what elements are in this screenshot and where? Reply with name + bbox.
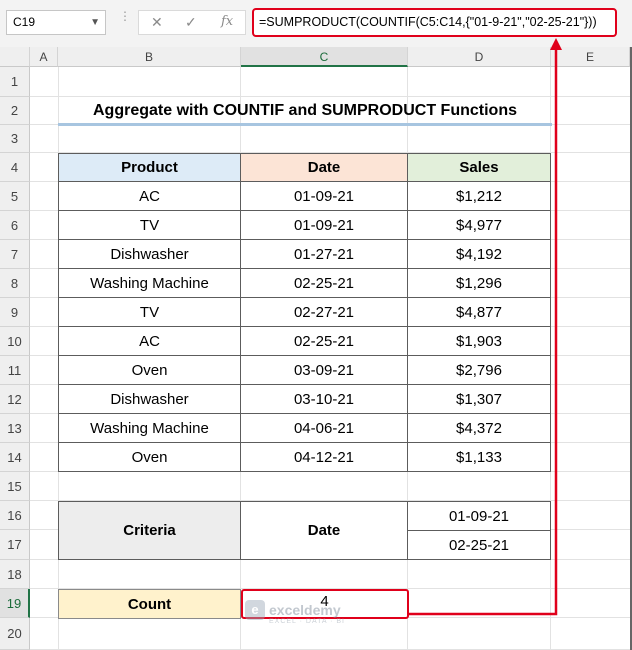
callout-arrow bbox=[409, 38, 562, 616]
